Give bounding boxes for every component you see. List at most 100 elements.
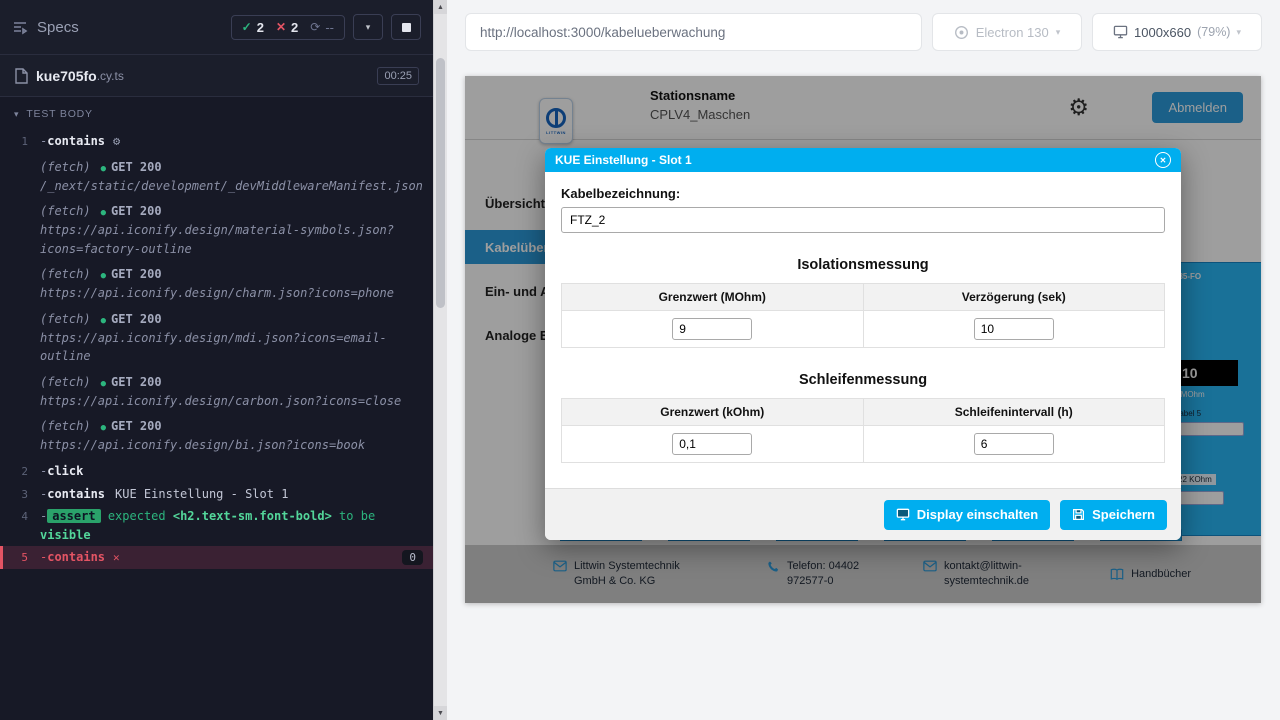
- stop-button[interactable]: [391, 14, 421, 40]
- close-button[interactable]: ✕: [1155, 152, 1171, 168]
- failed-count: 2: [291, 20, 298, 35]
- runner-panel: Electron 130 ▾ 1000x660 (79%) ▾ LITTWIN: [447, 0, 1280, 720]
- command-method: contains: [47, 134, 105, 148]
- assert-target: <h2.text-sm.font-bold>: [173, 509, 332, 523]
- kue-settings-modal: KUE Einstellung - Slot 1 ✕ Kabelbezeichn…: [545, 148, 1181, 540]
- pending-icon: ⟳: [310, 20, 320, 34]
- spec-file-row[interactable]: kue705fo .cy.ts 00:25: [0, 55, 433, 97]
- monitor-icon: [1113, 25, 1128, 39]
- fetch-url: https://api.iconify.design/charm.json?ic…: [40, 284, 423, 303]
- command-number: 4: [0, 507, 28, 544]
- fail-icon: ✕: [276, 20, 286, 34]
- runner-toolbar: Electron 130 ▾ 1000x660 (79%) ▾: [447, 0, 1280, 51]
- chevron-down-icon: ▾: [14, 109, 19, 120]
- spec-name: kue705fo: [36, 68, 97, 84]
- url-input[interactable]: [465, 13, 922, 51]
- app-under-test: LITTWIN Stationsname CPLV4_Maschen ⚙ Abm…: [465, 76, 1261, 603]
- command-row-3[interactable]: 3 -containsKUE Einstellung - Slot 1: [0, 483, 433, 506]
- command-method: contains: [47, 487, 105, 501]
- viewport-select[interactable]: 1000x660 (79%) ▾: [1092, 13, 1262, 51]
- pending-count: --: [325, 20, 334, 35]
- fetch-url: https://api.iconify.design/mdi.json?icon…: [40, 329, 423, 366]
- fetch-url: https://api.iconify.design/carbon.json?i…: [40, 392, 423, 411]
- fetch-label: (fetch): [40, 204, 91, 218]
- status-dot-icon: ●: [101, 423, 106, 433]
- command-row-4[interactable]: 4 -assert expected <h2.text-sm.font-bold…: [0, 505, 433, 546]
- scroll-up-button[interactable]: ▲: [434, 0, 447, 14]
- modal-body: Kabelbezeichnung: Isolationsmessung Gren…: [545, 172, 1181, 488]
- command-log: 1 -contains⚙ (fetch)●GET 200 /_next/stat…: [0, 127, 433, 569]
- command-argument: KUE Einstellung - Slot 1: [115, 487, 288, 501]
- modal-header: KUE Einstellung - Slot 1 ✕: [545, 148, 1181, 172]
- reporter-scrollbar[interactable]: ▲ ▼: [433, 0, 447, 720]
- browser-label: Electron 130: [976, 25, 1049, 40]
- reporter-controls: ✓ 2 ✕ 2 ⟳ -- ▾: [231, 14, 421, 40]
- fetch-log-row[interactable]: (fetch) ● GET 200 https://api.iconify.desi…: [0, 371, 433, 413]
- assert-expected: expected: [108, 509, 166, 523]
- test-body-toggle[interactable]: ▾ TEST BODY: [0, 97, 433, 127]
- fetch-log-row[interactable]: (fetch)●GET 200 /_next/static/developmen…: [0, 156, 433, 198]
- loop-section-title: Schleifenmessung: [561, 372, 1165, 388]
- fetch-log-row[interactable]: (fetch)●GET 200 https://api.iconify.desi…: [0, 200, 433, 260]
- command-row-1[interactable]: 1 -contains⚙: [0, 130, 433, 153]
- isolation-table: Grenzwert (MOhm) Verzögerung (sek): [561, 283, 1165, 348]
- fetch-status: GET 200: [111, 419, 162, 433]
- save-button[interactable]: Speichern: [1060, 500, 1167, 530]
- viewport-size: 1000x660: [1134, 25, 1191, 40]
- command-row-5-failed[interactable]: 5 -contains✕ 0: [0, 546, 433, 569]
- status-dot-icon: ●: [101, 271, 106, 281]
- spec-ext: .cy.ts: [97, 69, 124, 83]
- command-method: click: [47, 464, 83, 478]
- screen: Specs ✓ 2 ✕ 2 ⟳ --: [0, 0, 1280, 720]
- loop-col-limit: Grenzwert (kOhm): [562, 399, 864, 426]
- command-method: contains: [47, 550, 105, 564]
- specs-menu-icon[interactable]: [12, 19, 28, 35]
- iso-limit-input[interactable]: [672, 318, 752, 340]
- iso-col-delay: Verzögerung (sek): [863, 284, 1165, 311]
- chevron-down-icon: ▾: [1236, 27, 1241, 38]
- stop-icon: [402, 23, 411, 32]
- reporter-header: Specs ✓ 2 ✕ 2 ⟳ --: [0, 0, 433, 55]
- fetch-label: (fetch): [40, 375, 91, 389]
- electron-icon: [954, 25, 969, 40]
- fetch-log-row[interactable]: (fetch) ● GET 200 https://api.iconify.desi…: [0, 308, 433, 368]
- stat-failed: ✕ 2: [276, 20, 298, 35]
- loop-limit-input[interactable]: [672, 433, 752, 455]
- status-dot-icon: ●: [101, 379, 106, 389]
- status-dot-icon: ●: [101, 316, 106, 326]
- loop-interval-input[interactable]: [974, 433, 1054, 455]
- scroll-down-button[interactable]: ▼: [434, 706, 447, 720]
- cable-name-label: Kabelbezeichnung:: [561, 186, 1165, 201]
- fetch-status: GET 200: [111, 312, 162, 326]
- test-stats: ✓ 2 ✕ 2 ⟳ --: [231, 15, 345, 40]
- cable-name-input[interactable]: [561, 207, 1165, 233]
- save-floppy-icon: [1072, 508, 1085, 521]
- fetch-url: https://api.iconify.design/material-symb…: [40, 221, 423, 258]
- display-on-button[interactable]: Display einschalten: [884, 500, 1050, 530]
- scrollbar-thumb[interactable]: [436, 58, 445, 308]
- fetch-label: (fetch): [40, 312, 91, 326]
- specs-label[interactable]: Specs: [37, 19, 79, 36]
- fetch-log-row[interactable]: (fetch)●GET 200 https://api.iconify.desi…: [0, 415, 433, 457]
- loop-col-interval: Schleifenintervall (h): [863, 399, 1165, 426]
- fetch-label: (fetch): [40, 160, 91, 174]
- modal-title: KUE Einstellung - Slot 1: [555, 153, 692, 167]
- spec-file-icon: [14, 68, 28, 84]
- check-icon: ✓: [242, 20, 252, 34]
- command-number: 1: [0, 132, 28, 151]
- iso-delay-input[interactable]: [974, 318, 1054, 340]
- assert-visible: visible: [40, 528, 91, 542]
- command-number: 2: [0, 462, 28, 481]
- viewport-zoom: (79%): [1197, 25, 1230, 39]
- fetch-log-row[interactable]: (fetch)●GET 200 https://api.iconify.desi…: [0, 263, 433, 305]
- status-dot-icon: ●: [101, 208, 106, 218]
- fetch-status: GET 200: [111, 375, 162, 389]
- gear-icon: ⚙: [113, 134, 120, 148]
- modal-footer: Display einschalten Speichern: [545, 488, 1181, 540]
- fetch-status: GET 200: [111, 267, 162, 281]
- collapse-button[interactable]: ▾: [353, 14, 383, 40]
- browser-select[interactable]: Electron 130 ▾: [932, 13, 1082, 51]
- command-number: 3: [0, 485, 28, 504]
- command-row-2[interactable]: 2 -click: [0, 460, 433, 483]
- isolation-section-title: Isolationsmessung: [561, 257, 1165, 273]
